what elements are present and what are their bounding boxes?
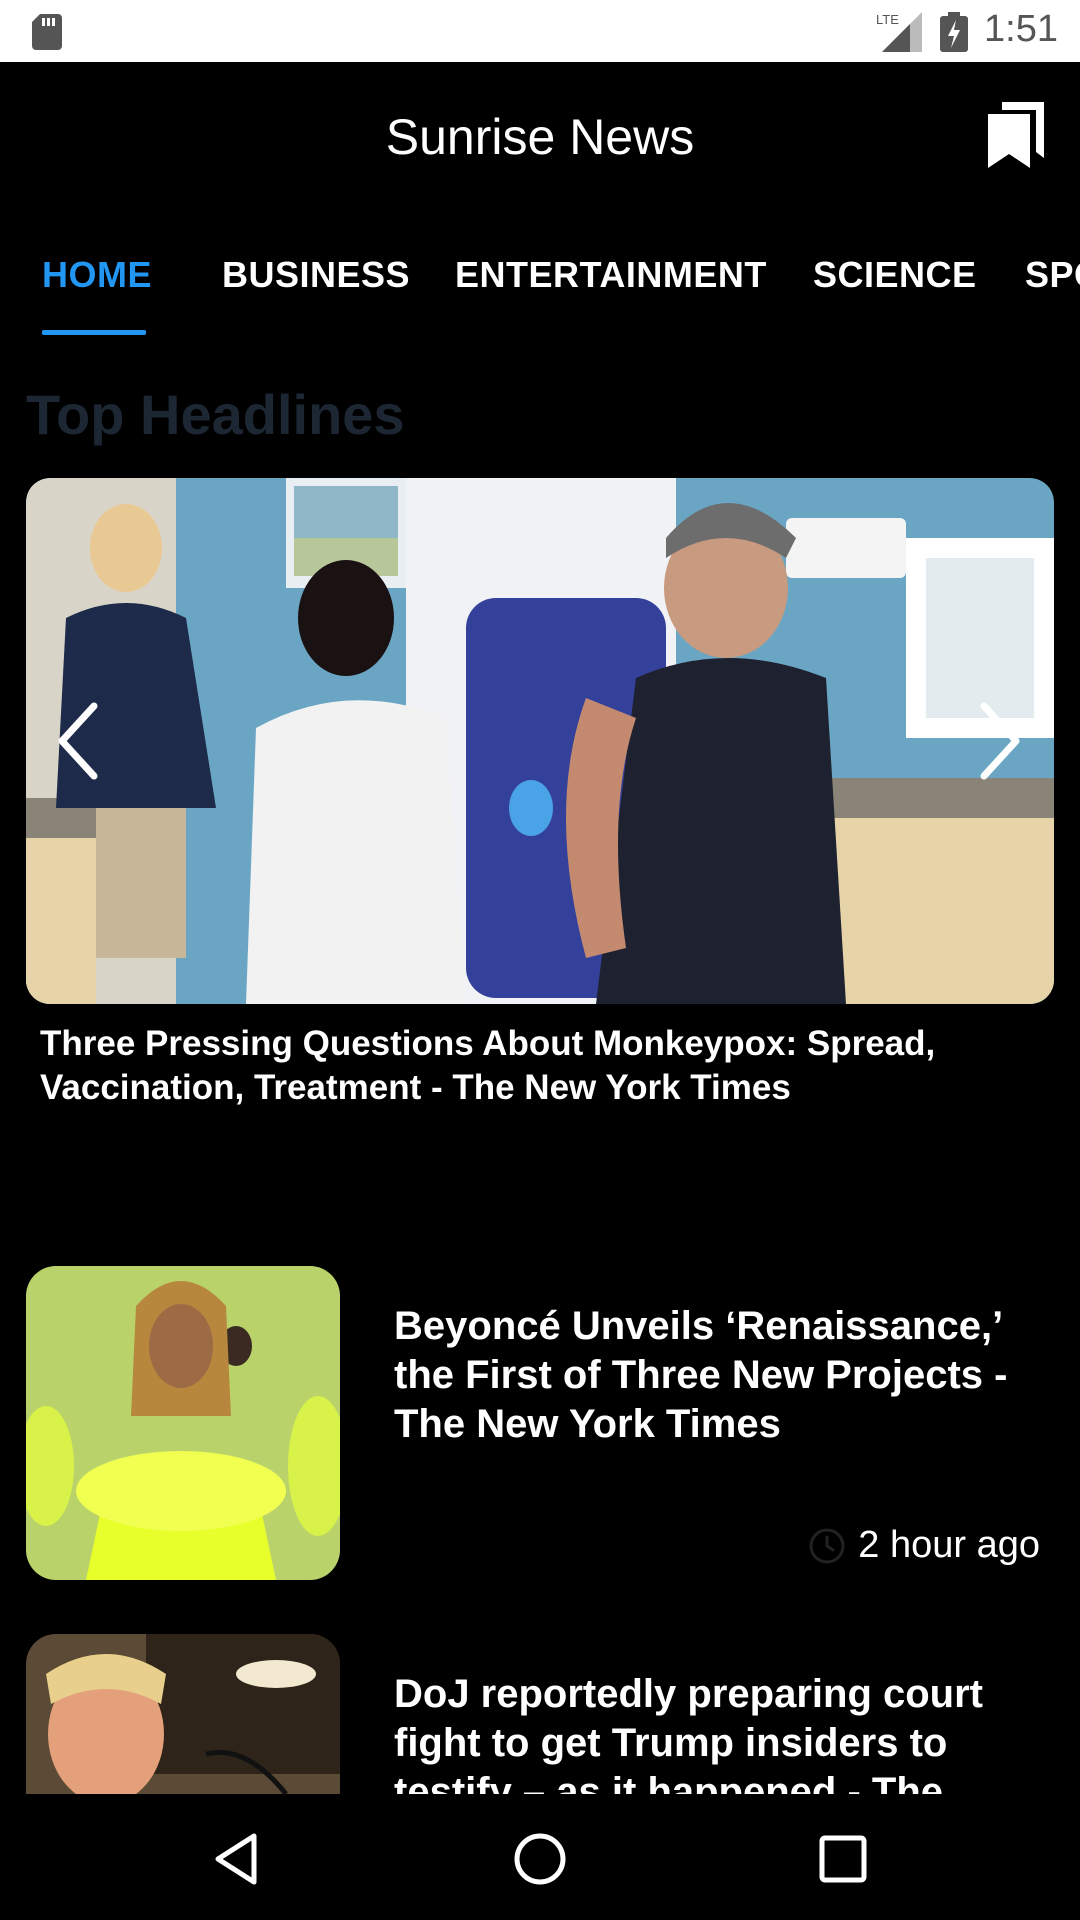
section-title: Top Headlines: [26, 383, 405, 446]
status-time: 1:51: [984, 8, 1058, 50]
top-headline-carousel[interactable]: Three Pressing Questions About Monkeypox…: [26, 478, 1054, 1214]
vaccination-photo: [26, 478, 1054, 1004]
beyonce-photo: [26, 1266, 340, 1580]
tab-business[interactable]: BUSINESS: [222, 254, 410, 296]
news-timestamp: 2 hour ago: [808, 1524, 1040, 1567]
battery-charging-icon: [940, 12, 968, 52]
list-item[interactable]: Beyoncé Unveils ‘Renaissance,’ the First…: [26, 1266, 1054, 1582]
news-time-label: 2 hour ago: [858, 1524, 1040, 1566]
system-nav-bar: [0, 1794, 1080, 1920]
sd-card-icon: [32, 14, 62, 50]
category-tabs: HOME BUSINESS ENTERTAINMENT SCIENCE SPOR…: [0, 212, 1080, 336]
carousel-image[interactable]: [26, 478, 1054, 1004]
carousel-headline[interactable]: Three Pressing Questions About Monkeypox…: [40, 1022, 1020, 1110]
lte-signal-icon: LTE: [876, 12, 922, 52]
clock-icon: [809, 1528, 845, 1563]
trump-photo: [26, 1634, 340, 1794]
svg-text:LTE: LTE: [876, 12, 899, 27]
news-headline[interactable]: Beyoncé Unveils ‘Renaissance,’ the First…: [394, 1302, 1044, 1449]
tab-science[interactable]: SCIENCE: [813, 254, 977, 296]
chevron-right-icon[interactable]: [970, 696, 1030, 786]
recents-square-icon[interactable]: [808, 1824, 878, 1894]
news-thumbnail[interactable]: [26, 1634, 340, 1794]
active-tab-indicator: [42, 330, 146, 335]
app-bar: Sunrise News: [0, 62, 1080, 212]
app-title: Sunrise News: [385, 109, 695, 165]
tab-home[interactable]: HOME: [42, 254, 152, 296]
bookmark-icon[interactable]: [988, 102, 1044, 168]
tab-entertainment[interactable]: ENTERTAINMENT: [455, 254, 767, 296]
chevron-left-icon[interactable]: [48, 696, 108, 786]
list-item[interactable]: DoJ reportedly preparing court fight to …: [26, 1634, 1054, 1794]
news-list[interactable]: Beyoncé Unveils ‘Renaissance,’ the First…: [0, 1240, 1080, 1794]
news-headline[interactable]: DoJ reportedly preparing court fight to …: [394, 1670, 1044, 1794]
home-circle-icon[interactable]: [505, 1824, 575, 1894]
status-bar: LTE 1:51: [0, 0, 1080, 62]
news-thumbnail[interactable]: [26, 1266, 340, 1580]
tab-sports[interactable]: SPORTS: [1025, 254, 1080, 296]
back-triangle-icon[interactable]: [202, 1824, 272, 1894]
